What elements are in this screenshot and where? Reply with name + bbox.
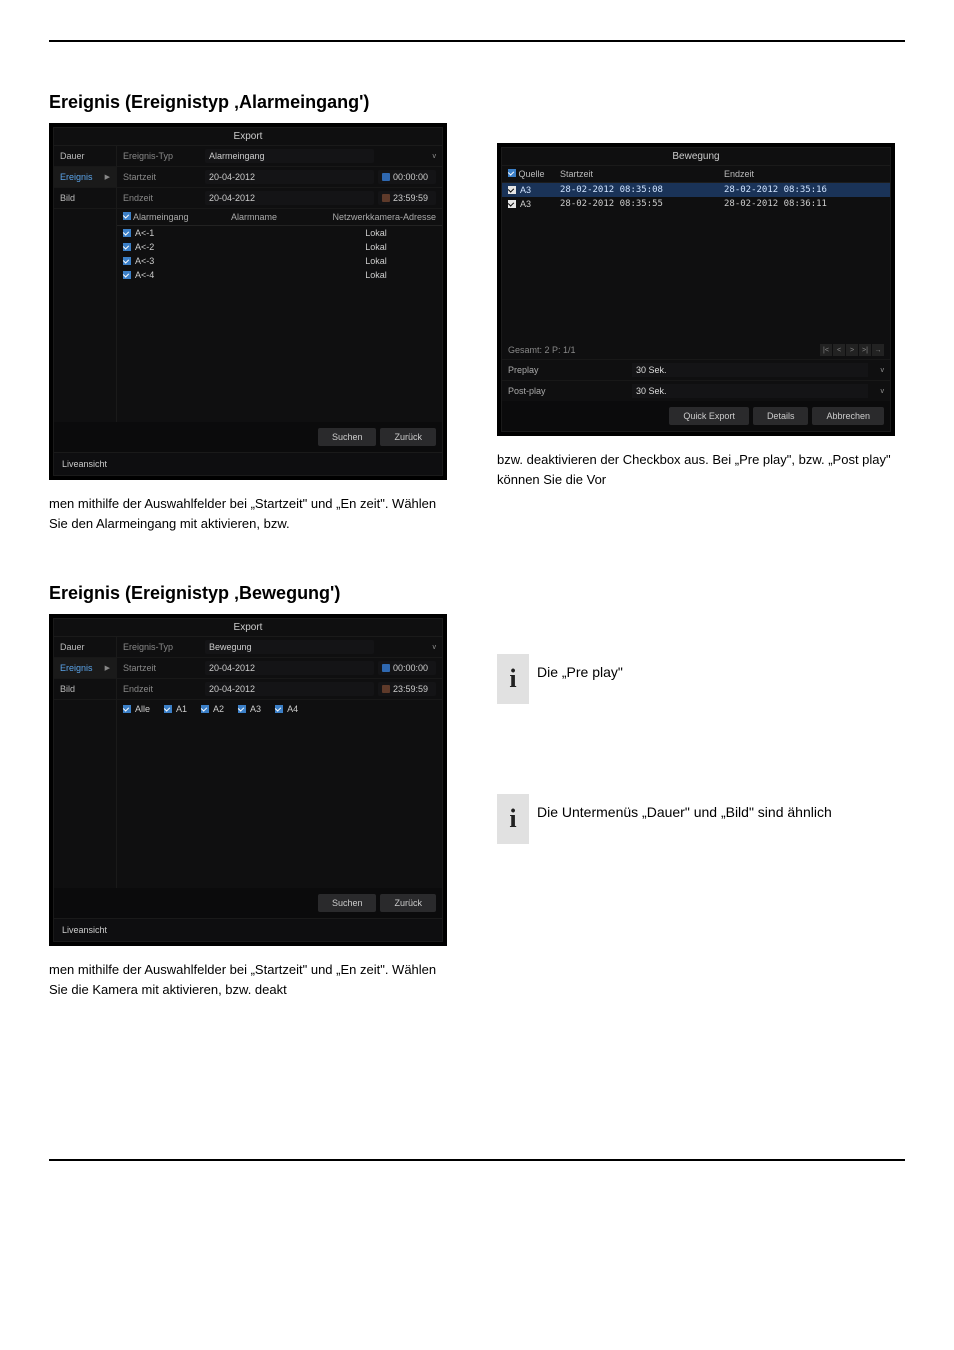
top-rule: [49, 40, 905, 42]
result-panel-title: Bewegung: [502, 148, 890, 166]
ereignis-typ-dropdown[interactable]: Alarmeingang: [205, 149, 374, 163]
chevron-down-icon: v: [872, 388, 884, 395]
info-text-1: Die „Pre play": [537, 654, 623, 680]
body-text-left-1: men mithilfe der Auswahlfelder bei „Star…: [49, 494, 457, 533]
search-button[interactable]: Suchen: [318, 894, 377, 912]
checkbox-all-results[interactable]: [508, 169, 516, 177]
page-first-icon[interactable]: |<: [820, 344, 832, 356]
panel-title: Export: [54, 128, 442, 146]
panel-title: Export: [54, 619, 442, 637]
label-startzeit: Startzeit: [123, 663, 201, 673]
info-text-2: Die Untermenüs „Dauer" und „Bild" sind ä…: [537, 794, 832, 820]
calendar-icon: [382, 194, 390, 202]
calendar-icon: [382, 685, 390, 693]
info-box-1: i Die „Pre play": [497, 654, 905, 704]
label-preplay: Preplay: [508, 365, 628, 375]
info-icon: i: [497, 794, 529, 844]
cancel-button[interactable]: Abbrechen: [812, 407, 884, 425]
row-checkbox[interactable]: [123, 229, 131, 237]
checkbox-cam[interactable]: [238, 705, 246, 713]
checkbox-all[interactable]: [123, 212, 131, 220]
checkbox-cam[interactable]: [201, 705, 209, 713]
sidebar-item-bild[interactable]: Bild: [54, 188, 116, 209]
body-text-left-2: men mithilfe der Auswahlfelder bei „Star…: [49, 960, 457, 999]
label-ereignis-typ: Ereignis-Typ: [123, 151, 201, 161]
row-checkbox[interactable]: [123, 243, 131, 251]
chevron-right-icon: ▶: [105, 173, 110, 181]
sidebar-item-dauer[interactable]: Dauer: [54, 146, 116, 167]
end-time-field[interactable]: 23:59:59: [378, 191, 436, 205]
label-startzeit: Startzeit: [123, 172, 201, 182]
result-row[interactable]: A3 28-02-2012 08:35:08 28-02-2012 08:35:…: [502, 183, 890, 197]
start-date-field[interactable]: 20-04-2012: [205, 170, 374, 184]
section2-title: Ereignis (Ereignistyp ‚Bewegung'): [49, 583, 905, 604]
end-date-field[interactable]: 20-04-2012: [205, 191, 374, 205]
chevron-down-icon: v: [378, 644, 436, 651]
label-endzeit: Endzeit: [123, 684, 201, 694]
chevron-down-icon: v: [378, 153, 436, 160]
body-text-right-1: bzw. deaktivieren der Checkbox aus. Bei …: [497, 450, 905, 489]
alarm-row[interactable]: A<-1Lokal: [117, 226, 442, 240]
bottom-rule: [49, 1159, 905, 1161]
label-postplay: Post-play: [508, 386, 628, 396]
calendar-icon: [382, 664, 390, 672]
export-panel-alarm: Export Dauer Ereignis▶ Bild Ereignis-Typ…: [49, 123, 447, 480]
checkbox-all-cams[interactable]: [123, 705, 131, 713]
start-date-field[interactable]: 20-04-2012: [205, 661, 374, 675]
row-checkbox[interactable]: [123, 271, 131, 279]
quick-export-button[interactable]: Quick Export: [669, 407, 749, 425]
total-text: Gesamt: 2 P: 1/1: [508, 345, 576, 355]
alarm-row[interactable]: A<-2Lokal: [117, 240, 442, 254]
end-time-field[interactable]: 23:59:59: [378, 682, 436, 696]
preplay-dropdown[interactable]: 30 Sek.: [632, 363, 868, 377]
end-date-field[interactable]: 20-04-2012: [205, 682, 374, 696]
info-icon: i: [497, 654, 529, 704]
row-checkbox[interactable]: [508, 186, 516, 194]
chevron-down-icon: v: [872, 367, 884, 374]
pager: |< < > >| →: [820, 344, 884, 356]
checkbox-cam[interactable]: [275, 705, 283, 713]
postplay-dropdown[interactable]: 30 Sek.: [632, 384, 868, 398]
alarm-row[interactable]: A<-4Lokal: [117, 268, 442, 282]
section1-title: Ereignis (Ereignistyp ‚Alarmeingang'): [49, 92, 905, 113]
calendar-icon: [382, 173, 390, 181]
label-endzeit: Endzeit: [123, 193, 201, 203]
start-time-field[interactable]: 00:00:00: [378, 170, 436, 184]
back-button[interactable]: Zurück: [380, 894, 436, 912]
info-box-2: i Die Untermenüs „Dauer" und „Bild" sind…: [497, 794, 905, 844]
start-time-field[interactable]: 00:00:00: [378, 661, 436, 675]
page-last-icon[interactable]: >|: [859, 344, 871, 356]
details-button[interactable]: Details: [753, 407, 809, 425]
row-checkbox[interactable]: [508, 200, 516, 208]
bewegung-result-panel: Bewegung Quelle Startzeit Endzeit A3 28-…: [497, 143, 895, 436]
page-prev-icon[interactable]: <: [833, 344, 845, 356]
liveansicht-footer[interactable]: Liveansicht: [54, 918, 442, 941]
alarm-row[interactable]: A<-3Lokal: [117, 254, 442, 268]
sidebar-item-ereignis[interactable]: Ereignis▶: [54, 167, 116, 188]
liveansicht-footer[interactable]: Liveansicht: [54, 452, 442, 475]
row-checkbox[interactable]: [123, 257, 131, 265]
chevron-right-icon: ▶: [105, 664, 110, 672]
ereignis-typ-dropdown[interactable]: Bewegung: [205, 640, 374, 654]
label-ereignis-typ: Ereignis-Typ: [123, 642, 201, 652]
page-next-icon[interactable]: >: [846, 344, 858, 356]
page-go-icon[interactable]: →: [872, 344, 884, 356]
export-panel-bewegung: Export Dauer Ereignis▶ Bild Ereignis-Typ…: [49, 614, 447, 946]
result-row[interactable]: A3 28-02-2012 08:35:55 28-02-2012 08:36:…: [502, 197, 890, 211]
checkbox-cam[interactable]: [164, 705, 172, 713]
sidebar-item-dauer[interactable]: Dauer: [54, 637, 116, 658]
search-button[interactable]: Suchen: [318, 428, 377, 446]
sidebar-item-ereignis[interactable]: Ereignis▶: [54, 658, 116, 679]
back-button[interactable]: Zurück: [380, 428, 436, 446]
sidebar-item-bild[interactable]: Bild: [54, 679, 116, 700]
